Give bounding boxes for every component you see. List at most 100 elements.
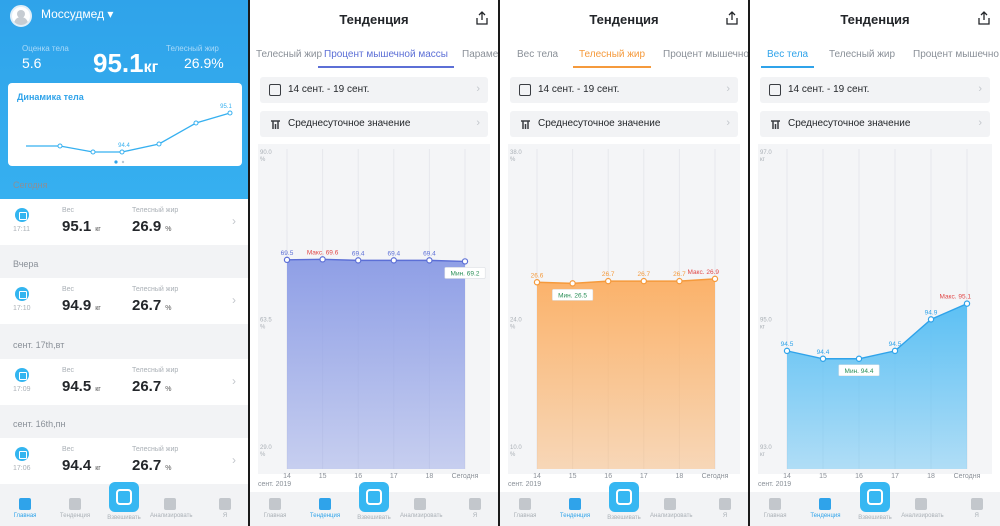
weigh-button[interactable] bbox=[359, 482, 389, 512]
chevron-right-icon: › bbox=[232, 374, 236, 388]
data-point[interactable] bbox=[319, 256, 326, 263]
nav-item[interactable]: Я bbox=[455, 498, 495, 519]
record-fat-label: Телесный жир bbox=[132, 207, 179, 214]
area-fill bbox=[287, 259, 465, 469]
nav-item[interactable]: Тенденция bbox=[305, 498, 345, 519]
weigh-button[interactable] bbox=[860, 482, 890, 512]
data-label-max: Макс. 26.9 bbox=[687, 269, 719, 276]
data-point[interactable] bbox=[533, 279, 541, 286]
nav-item[interactable]: Анализировать bbox=[150, 498, 192, 519]
aggregation-selector[interactable]: Среднесуточное значение › bbox=[260, 111, 488, 137]
nav-item[interactable]: Главная bbox=[255, 498, 295, 519]
tab[interactable]: Процент мышечно bbox=[663, 49, 748, 60]
date-range-selector[interactable]: 14 сент. - 19 сент. › bbox=[510, 77, 738, 103]
y-tick-label: 38.0 bbox=[510, 150, 522, 156]
record-row[interactable]: 17:09 Вес 94.5 кг Телесный жир 26.7% › bbox=[0, 359, 248, 405]
nav-label: Анализировать bbox=[400, 513, 443, 519]
tab[interactable]: Вес тела bbox=[517, 49, 558, 60]
data-point[interactable] bbox=[354, 257, 362, 264]
section-date: сент. 17th,вт bbox=[13, 340, 65, 350]
data-point[interactable] bbox=[783, 347, 791, 355]
nav-label: Я bbox=[472, 513, 478, 519]
area-fill bbox=[537, 278, 715, 469]
nav-item[interactable]: Главная bbox=[755, 498, 795, 519]
nav-item[interactable]: Тенденция bbox=[555, 498, 595, 519]
nav-item[interactable]: Я bbox=[957, 498, 997, 519]
data-point[interactable] bbox=[927, 316, 935, 323]
share-icon[interactable] bbox=[978, 11, 990, 25]
y-unit-label: % bbox=[510, 325, 516, 331]
data-label-min: Мин. 69.2 bbox=[451, 270, 480, 277]
nav-item[interactable]: Тенденция bbox=[55, 498, 95, 519]
weigh-button[interactable] bbox=[109, 482, 139, 512]
nav-item[interactable]: Я bbox=[205, 498, 245, 519]
tab[interactable]: Процент мышечной массы bbox=[324, 49, 448, 60]
record-fat-number: 26.7 bbox=[132, 297, 162, 314]
data-point[interactable] bbox=[711, 275, 719, 283]
data-point[interactable] bbox=[569, 280, 576, 287]
tab[interactable]: Телесный жир bbox=[256, 49, 322, 60]
tab[interactable]: Процент мышечно bbox=[913, 49, 999, 60]
sparkline-point bbox=[156, 141, 162, 147]
y-tick-label: 24.0 bbox=[510, 318, 522, 324]
data-point[interactable] bbox=[461, 258, 469, 265]
tab[interactable]: Параме bbox=[462, 49, 498, 60]
y-unit-label: кг bbox=[760, 325, 766, 331]
record-row[interactable]: 17:06 Вес 94.4 кг Телесный жир 26.7% › bbox=[0, 438, 248, 484]
y-unit-label: % bbox=[260, 157, 266, 163]
record-fat-label: Телесный жир bbox=[132, 367, 179, 374]
date-range-selector[interactable]: 14 сент. - 19 сент. › bbox=[760, 77, 990, 103]
share-icon[interactable] bbox=[476, 11, 488, 25]
data-point[interactable] bbox=[390, 257, 397, 264]
data-point[interactable] bbox=[426, 257, 433, 264]
data-label: 94.5 bbox=[889, 341, 902, 348]
tab[interactable]: Телесный жир bbox=[579, 49, 645, 60]
body-dynamics-card[interactable]: Динамика тела 94.4 95.1 bbox=[8, 83, 242, 166]
tab[interactable]: Телесный жир bbox=[829, 49, 895, 60]
record-weight-unit: кг bbox=[95, 386, 101, 393]
record-fat-number: 26.9 bbox=[132, 218, 162, 235]
share-icon[interactable] bbox=[726, 11, 738, 25]
nav-item[interactable]: Главная bbox=[5, 498, 45, 519]
screens: Моссудмед ▾ Оценка тела 5.6 95.1кг Телес… bbox=[0, 0, 1000, 526]
chevron-right-icon: › bbox=[232, 214, 236, 228]
data-point[interactable] bbox=[283, 256, 291, 264]
data-point[interactable] bbox=[855, 355, 863, 362]
aggregation-selector[interactable]: Среднесуточное значение › bbox=[760, 111, 990, 137]
data-label: 69.4 bbox=[352, 250, 365, 257]
record-row[interactable]: 17:10 Вес 94.9 кг Телесный жир 26.7% › bbox=[0, 278, 248, 324]
data-point[interactable] bbox=[640, 277, 647, 285]
data-point[interactable] bbox=[676, 277, 683, 285]
record-row[interactable]: 17:11 Вес 95.1 кг Телесный жир 26.9% › bbox=[0, 199, 248, 245]
data-point[interactable] bbox=[819, 355, 827, 362]
data-point[interactable] bbox=[604, 277, 612, 285]
bars-icon bbox=[771, 120, 780, 129]
data-point[interactable] bbox=[963, 300, 971, 307]
nav-item[interactable]: Анализировать bbox=[901, 498, 944, 519]
nav-item[interactable]: Анализировать bbox=[650, 498, 692, 519]
x-tick-label: 17 bbox=[390, 473, 398, 480]
user-switcher[interactable]: Моссудмед ▾ bbox=[41, 7, 113, 21]
nav-item[interactable]: Главная bbox=[505, 498, 545, 519]
nav-item[interactable]: Анализировать bbox=[400, 498, 443, 519]
avatar[interactable] bbox=[10, 5, 32, 27]
aggregation-selector[interactable]: Среднесуточное значение › bbox=[510, 111, 738, 137]
tab[interactable]: Вес тела bbox=[767, 49, 808, 60]
date-range-selector[interactable]: 14 сент. - 19 сент. › bbox=[260, 77, 488, 103]
nav-label: Тенденция bbox=[59, 513, 91, 519]
x-tick-label: Сегодня bbox=[954, 473, 981, 480]
aggregation-text: Среднесуточное значение bbox=[288, 118, 411, 129]
nav-label-weigh: Взвешивать bbox=[107, 515, 141, 521]
record-weight-value: 94.4 кг bbox=[62, 457, 101, 474]
trend-screen-muscle: Тенденция Телесный жир Процент мышечной ма… bbox=[250, 0, 498, 526]
nav-item[interactable]: Тенденция bbox=[805, 498, 845, 519]
weigh-button[interactable] bbox=[609, 482, 639, 512]
record-fat-value: 26.7% bbox=[132, 378, 171, 395]
calendar-icon bbox=[519, 84, 531, 96]
analyze-icon bbox=[915, 498, 928, 510]
data-point[interactable] bbox=[891, 347, 899, 355]
metric-tabs: Вес тела Телесный жир Процент мышечно bbox=[750, 44, 1000, 70]
nav-item[interactable]: Я bbox=[705, 498, 745, 519]
data-label-min: Мин. 26.5 bbox=[558, 292, 587, 299]
chevron-right-icon: › bbox=[726, 117, 730, 129]
